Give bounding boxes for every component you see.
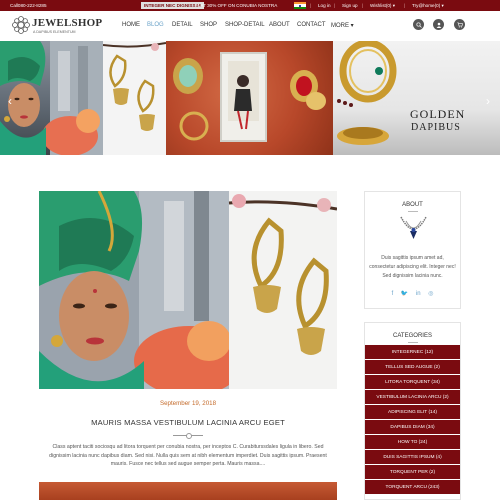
login-link[interactable]: Log in	[318, 3, 331, 8]
search-icon[interactable]	[413, 19, 424, 30]
category-item[interactable]: DAPIBUS DIAM (34)	[365, 420, 460, 435]
logo-title[interactable]: JEWELSHOP	[32, 17, 102, 29]
slider-caption-line2: DAPIBUS	[411, 122, 461, 133]
promo-text: FLAT 30% OFF ON CONUBIA NOSTRA	[195, 3, 278, 8]
logo-icon[interactable]	[11, 15, 31, 35]
nav-shop-detail[interactable]: SHOP-DETAIL	[225, 22, 265, 28]
site-header: JEWELSHOP A DAPIBUS ELEMENTUM HOME BLOG …	[0, 11, 500, 41]
post-divider	[173, 433, 203, 439]
about-widget: ABOUT Duis sagittis ipsum amet ad, conse…	[364, 191, 461, 309]
widget-title-underline	[408, 342, 418, 343]
nav-home[interactable]: HOME	[122, 22, 140, 28]
instagram-icon[interactable]: ◎	[428, 291, 433, 297]
widget-title-underline	[408, 211, 418, 212]
slide-image-woman	[0, 41, 103, 155]
about-widget-title: ABOUT	[402, 202, 423, 208]
slider-caption-line1: GOLDEN	[410, 107, 466, 121]
wishlist-link[interactable]: Wishlist(0) ▾	[370, 3, 395, 9]
nav-detail[interactable]: DETAIL	[172, 22, 193, 28]
slide-image-jewelry-box	[166, 41, 333, 155]
slider-next-arrow-icon[interactable]: ›	[484, 94, 492, 108]
twitter-icon[interactable]: 🐦	[401, 291, 408, 297]
category-item[interactable]: TORQUENT PER (2)	[365, 465, 460, 480]
nav-contact[interactable]: CONTACT	[297, 22, 326, 28]
slider-prev-arrow-icon[interactable]: ‹	[6, 94, 14, 108]
signup-link[interactable]: Sign up	[342, 3, 358, 8]
slide-image-golden-bangles	[333, 41, 500, 155]
hero-slider[interactable]: GOLDEN DAPIBUS	[0, 41, 500, 155]
categories-widget-title: CATEGORIES	[393, 333, 432, 339]
top-bar: Call080-222-8285 INTEGER NEC DIGNISSIM F…	[0, 0, 500, 11]
nav-blog[interactable]: BLOG	[147, 22, 164, 28]
try-at-home-link[interactable]: Try@home(0) ▾	[412, 3, 444, 9]
slide-image-earrings	[103, 41, 166, 155]
post-title[interactable]: MAURIS MASSA VESTIBULUM LACINIA ARCU EGE…	[39, 418, 337, 427]
necklace-image	[400, 216, 427, 239]
separator: |	[362, 3, 364, 8]
category-item[interactable]: DUIS SAGITTIS IPSUM (4)	[365, 450, 460, 465]
user-icon[interactable]	[433, 19, 444, 30]
category-list: INTEGERNEC (12) TELLUS SED AUGUE (2) LIT…	[365, 345, 460, 495]
phone-number[interactable]: Call080-222-8285	[10, 3, 47, 8]
categories-widget: CATEGORIES INTEGERNEC (12) TELLUS SED AU…	[364, 322, 461, 500]
category-item[interactable]: VESTIBULUM LACINIA ARCU (2)	[365, 390, 460, 405]
logo-subtitle: A DAPIBUS ELEMENTUM	[33, 30, 76, 34]
separator: |	[404, 3, 406, 8]
cart-icon[interactable]	[454, 19, 465, 30]
nav-more[interactable]: MORE ▾	[331, 22, 354, 29]
category-item[interactable]: HOW TO (24)	[365, 435, 460, 450]
about-widget-description: Duis sagittis ipsum amet ad, consectetur…	[369, 255, 456, 279]
linkedin-icon[interactable]: in	[416, 291, 421, 297]
category-item[interactable]: ADIPISCING ELIT (14)	[365, 405, 460, 420]
nav-about[interactable]: ABOUT	[269, 22, 290, 28]
category-item[interactable]: TELLUS SED AUGUE (2)	[365, 360, 460, 375]
post-excerpt: Class aptent taciti sociosqu ad litora t…	[49, 444, 327, 468]
post-featured-image[interactable]	[39, 191, 337, 389]
separator: |	[334, 3, 336, 8]
category-item[interactable]: TORQUENT ARCU (243)	[365, 480, 460, 495]
social-links: f 🐦 in ◎	[365, 290, 460, 297]
category-item[interactable]: INTEGERNEC (12)	[365, 345, 460, 360]
category-item[interactable]: LITORA TORQUENT (34)	[365, 375, 460, 390]
next-post-image[interactable]	[39, 482, 337, 500]
india-flag-icon[interactable]	[294, 2, 306, 9]
facebook-icon[interactable]: f	[391, 291, 393, 297]
separator: |	[310, 3, 312, 8]
nav-shop[interactable]: SHOP	[200, 22, 217, 28]
post-date: September 19, 2018	[159, 400, 217, 407]
